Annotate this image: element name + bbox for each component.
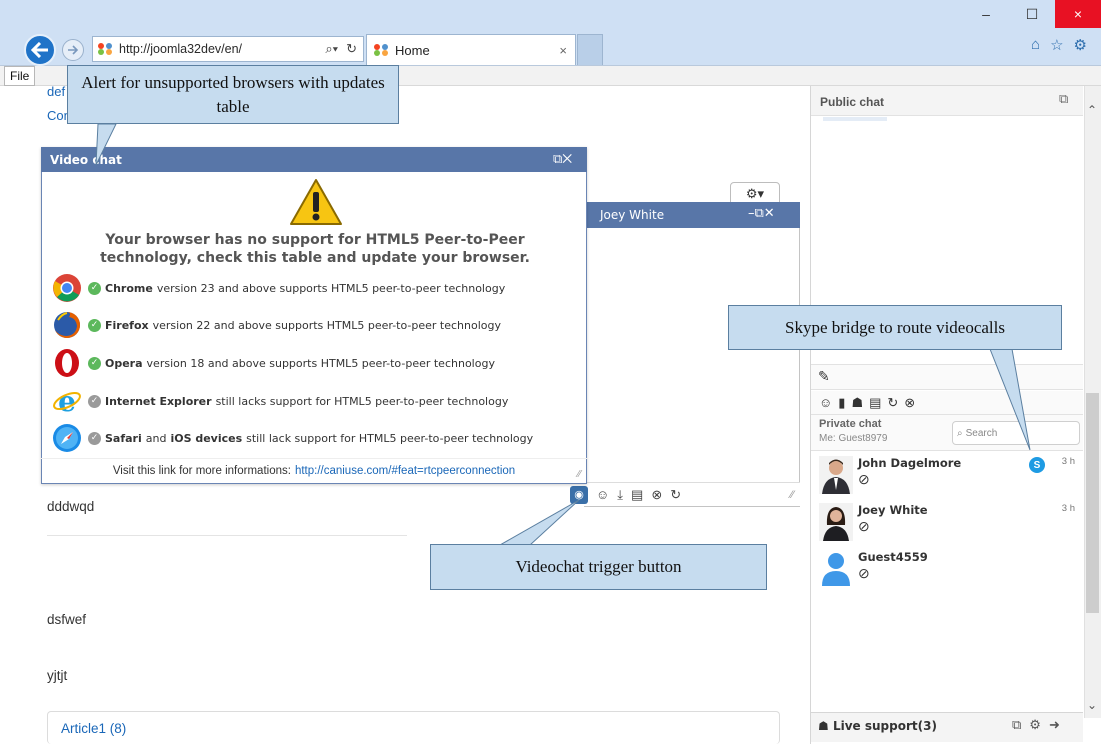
callout-skype: Skype bridge to route videocalls <box>728 305 1062 350</box>
callout-alert: Alert for unsupported browsers with upda… <box>67 65 399 124</box>
callout-videochat: Videochat trigger button <box>430 544 767 590</box>
